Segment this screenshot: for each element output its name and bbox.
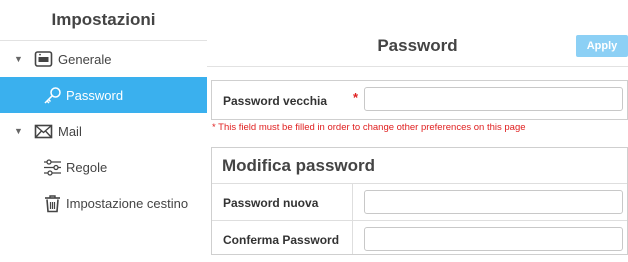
content-header: Password Apply xyxy=(207,28,628,64)
new-password-label: Password nuova xyxy=(223,196,319,210)
row-divider xyxy=(212,183,627,184)
sidebar-item-password[interactable]: Password xyxy=(0,77,207,113)
key-icon xyxy=(42,85,62,105)
sliders-icon xyxy=(42,157,62,177)
sidebar-item-regole[interactable]: Regole xyxy=(0,149,207,185)
sidebar-item-impostazione-cestino[interactable]: Impostazione cestino xyxy=(0,185,207,221)
row-divider xyxy=(212,220,627,221)
envelope-icon xyxy=(33,121,53,141)
old-password-label: Password vecchia xyxy=(223,94,328,108)
sidebar-item-label: Regole xyxy=(66,159,108,175)
column-divider xyxy=(352,183,353,254)
sidebar: Impostazioni ▼ Generale Password ▼ Mail … xyxy=(0,0,207,262)
sidebar-item-label: Mail xyxy=(58,123,82,139)
validation-error: * This field must be filled in order to … xyxy=(212,122,526,133)
section-title: Modifica password xyxy=(222,156,376,175)
change-password-panel: Modifica password Password nuova Conferm… xyxy=(211,147,628,255)
confirm-password-label: Conferma Password xyxy=(223,233,340,247)
sidebar-item-generale[interactable]: ▼ Generale xyxy=(0,41,207,77)
page-title: Password xyxy=(377,36,458,55)
old-password-field[interactable] xyxy=(364,87,623,111)
monitor-icon xyxy=(33,49,53,69)
sidebar-title: Impostazioni xyxy=(51,10,156,29)
header-divider xyxy=(207,66,628,67)
confirm-password-field[interactable] xyxy=(364,227,623,251)
chevron-down-icon[interactable]: ▼ xyxy=(14,54,23,64)
required-marker: * xyxy=(353,90,359,105)
sidebar-item-label: Impostazione cestino xyxy=(66,195,189,211)
new-password-field[interactable] xyxy=(364,190,623,214)
sidebar-item-label: Password xyxy=(66,87,124,103)
sidebar-item-label: Generale xyxy=(58,51,112,67)
sidebar-item-mail[interactable]: ▼ Mail xyxy=(0,113,207,149)
old-password-panel: Password vecchia * xyxy=(211,80,628,120)
chevron-down-icon[interactable]: ▼ xyxy=(14,126,23,136)
trash-icon xyxy=(42,193,62,213)
apply-button[interactable]: Apply xyxy=(576,35,628,57)
